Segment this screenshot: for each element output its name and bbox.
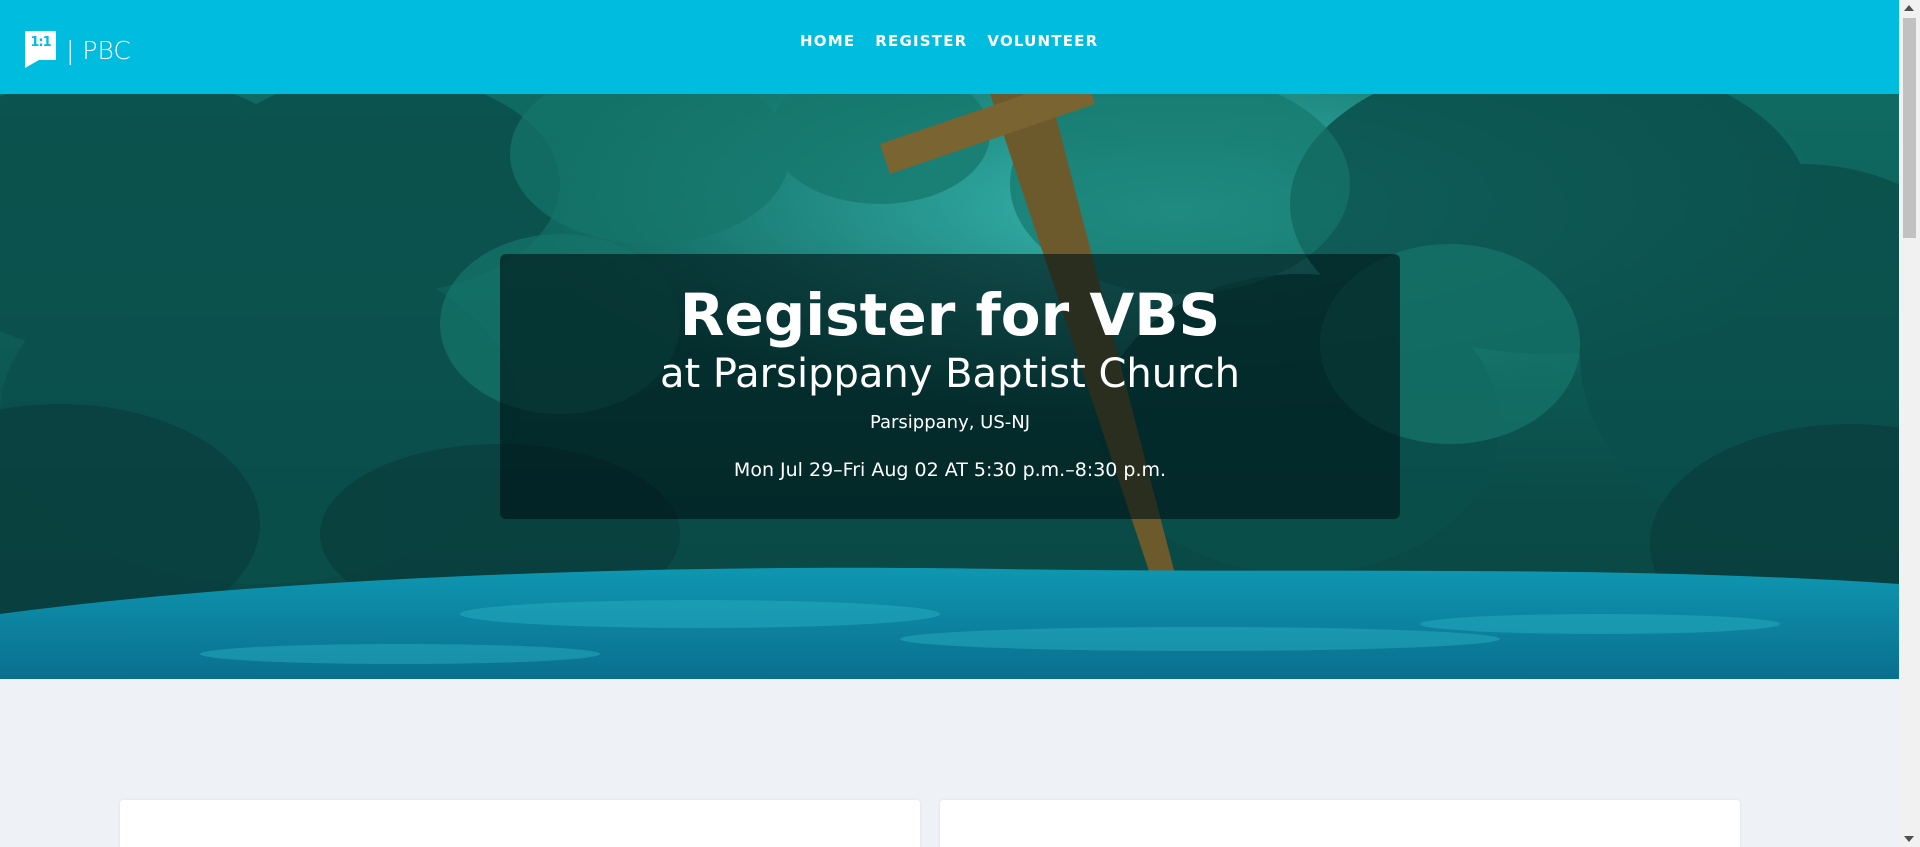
logo-mark-text: 1:1 (30, 34, 51, 50)
page: 1:1 | PBC HOME REGISTER VOLUNTEER Regist… (0, 0, 1899, 847)
page-title: Register for VBS (679, 281, 1221, 349)
logo-text: | PBC (66, 36, 131, 65)
hero-banner: Register for VBS at Parsippany Baptist C… (0, 94, 1899, 679)
event-dates: Mon Jul 29–Fri Aug 02 AT 5:30 p.m.–8:30 … (733, 459, 1167, 481)
speech-bubble-logo-icon: 1:1 (25, 30, 56, 68)
hero-info-card: Register for VBS at Parsippany Baptist C… (500, 254, 1400, 519)
nav-register-link[interactable]: REGISTER (875, 32, 967, 50)
arrow-up-icon[interactable] (1904, 5, 1914, 11)
arrow-down-icon[interactable] (1904, 836, 1914, 842)
nav-home-link[interactable]: HOME (800, 32, 855, 50)
content-card-left (120, 800, 920, 847)
main-nav: HOME REGISTER VOLUNTEER (800, 32, 1098, 50)
content-card-right (940, 800, 1740, 847)
church-name: at Parsippany Baptist Church (659, 351, 1241, 397)
nav-volunteer-link[interactable]: VOLUNTEER (987, 32, 1098, 50)
site-header: 1:1 | PBC HOME REGISTER VOLUNTEER (0, 0, 1899, 94)
event-location: Parsippany, US-NJ (869, 412, 1031, 433)
vertical-scrollbar[interactable] (1899, 0, 1920, 847)
site-logo[interactable]: 1:1 | PBC (25, 25, 131, 68)
scrollbar-thumb[interactable] (1903, 18, 1916, 238)
